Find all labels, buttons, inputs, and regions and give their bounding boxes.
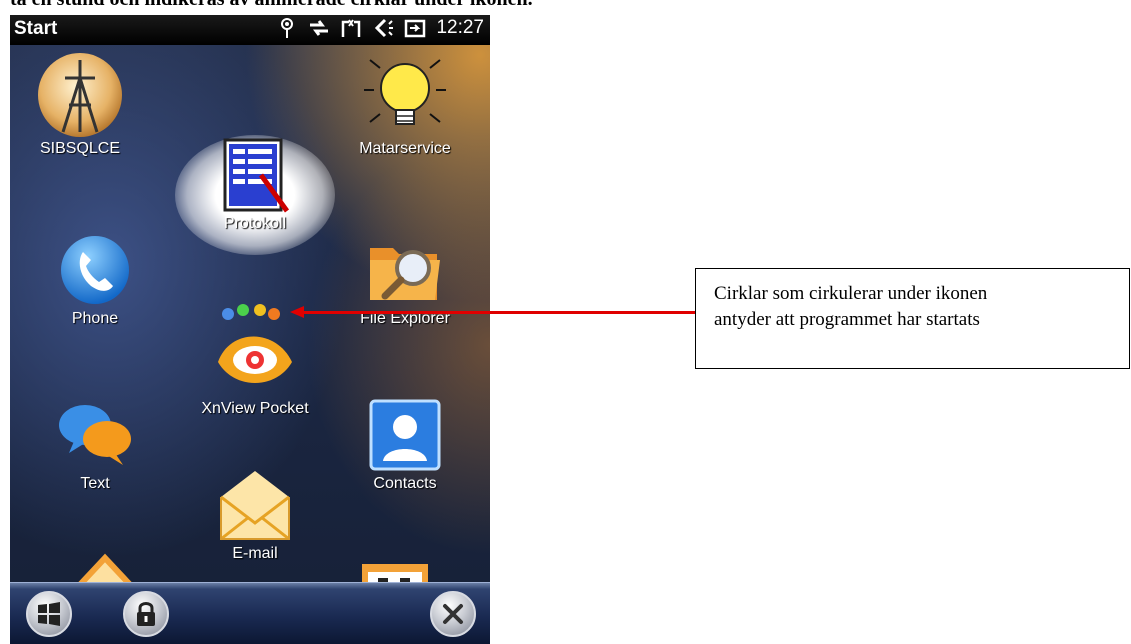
folder-magnifier-icon [370,248,440,300]
annotation-callout: Cirklar som cirkulerar under ikonen anty… [695,268,1130,369]
lightbulb-icon [364,59,446,125]
app-tile-matarservice[interactable]: Matarservice [340,50,470,158]
status-time[interactable]: 12:27 [436,17,484,39]
app-label: Phone [71,310,119,327]
windows-start-icon [38,602,60,626]
annotation-arrow-head [290,306,304,318]
app-tile-phone[interactable]: Phone [30,230,160,328]
phone-icon [61,236,129,304]
volume-icon[interactable] [372,17,394,39]
app-tile-text[interactable]: Text [30,395,160,493]
app-label: XnView Pocket [201,400,309,417]
battery-charging-icon[interactable] [404,17,426,39]
status-title[interactable]: Start [14,18,57,40]
data-transfer-icon[interactable] [308,17,330,39]
app-label: Text [80,475,110,492]
missed-call-icon[interactable] [340,17,362,39]
app-label: Matarservice [359,140,451,157]
contact-card-icon [369,399,441,471]
windows-start-button[interactable] [26,591,72,637]
app-label: Protokoll [223,215,287,232]
app-tile-protokoll[interactable]: Protokoll [190,135,320,233]
protokoll-icon [223,138,290,213]
signal-antenna-icon[interactable] [276,17,298,39]
xnview-icon [218,304,292,383]
app-label: E-mail [232,545,278,562]
phone-screen: Start 12:27 SIBSQLCE Protokoll Matarserv… [10,15,490,644]
app-tile-sibsqlce[interactable]: SIBSQLCE [15,50,145,158]
callout-line-2: antyder att programmet har startats [714,309,980,330]
envelope-icon [220,471,290,541]
document-text-line: ta en stund och indikeras av animerade c… [10,0,810,8]
app-tile-contacts[interactable]: Contacts [340,395,470,493]
app-tile-email[interactable]: E-mail [190,465,320,563]
sibsqlce-icon [38,53,122,137]
bottom-toolbar [10,582,490,644]
status-icons: 12:27 [276,17,484,39]
close-icon [443,604,463,624]
app-label: SIBSQLCE [39,140,121,157]
lock-button[interactable] [123,591,169,637]
close-button[interactable] [430,591,476,637]
annotation-arrow-line [300,311,695,314]
status-bar: Start 12:27 [10,15,490,45]
callout-line-1: Cirklar som cirkulerar under ikonen [714,283,988,304]
app-label: Contacts [373,475,437,492]
lock-icon [137,602,155,626]
speech-bubbles-icon [59,405,131,465]
